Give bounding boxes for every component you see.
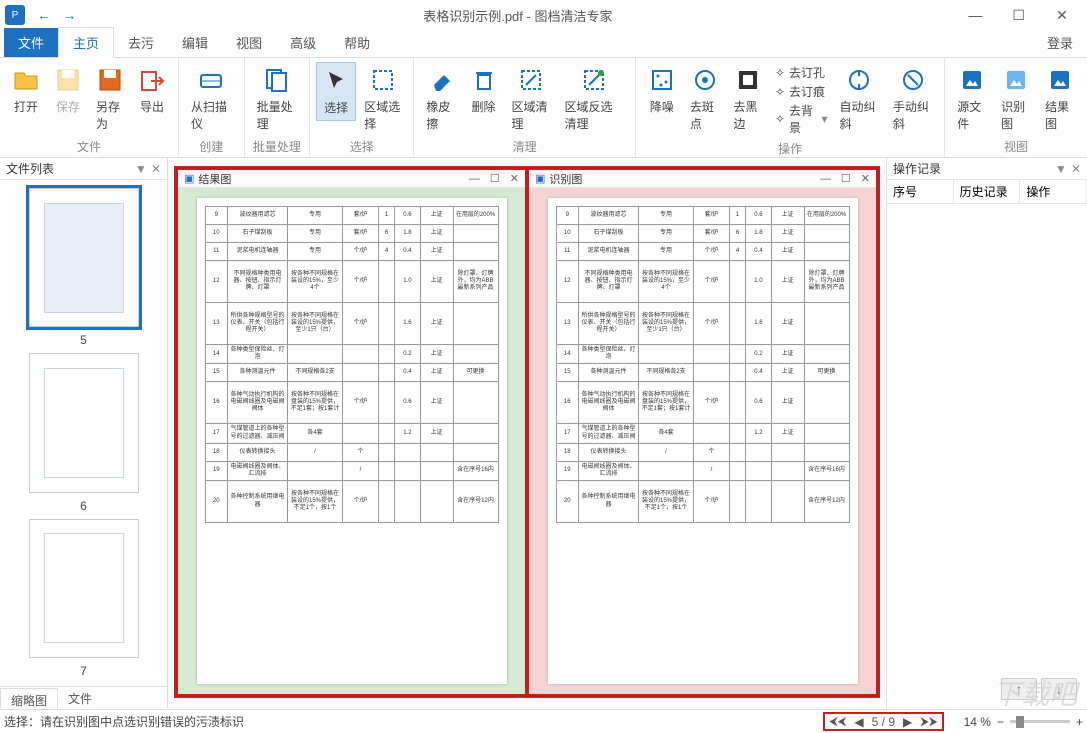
zoom-slider[interactable] [1010,720,1070,723]
titlebar: P ← → 表格识别示例.pdf - 图档清洁专家 — ☐ ✕ [0,0,1087,30]
pane-min-icon[interactable]: — [469,173,480,185]
view-source-button[interactable]: 源文件 [951,62,993,136]
nav-back-icon[interactable]: ← [37,7,51,23]
ops-panel: 操作记录 ▼ ✕ 序号 历史记录 操作 ↑ ↓ [887,158,1087,708]
tab-help[interactable]: 帮助 [330,28,384,57]
tab-thumbnails[interactable]: 缩略图 [0,688,58,709]
pane-max-icon[interactable]: ☐ [490,172,500,185]
file-list-panel: 文件列表▼✕ 5 6 7 缩略图 文件 [0,158,168,708]
area-inverse-clean-button[interactable]: 区域反选清理 [559,62,629,136]
area-clean-button[interactable]: 区域清理 [506,62,557,136]
thumbnail-7[interactable] [29,519,139,658]
zoom-in-icon[interactable]: + [1076,715,1083,729]
statusbar: 选择：请在识别图中点选识别错误的污渍标识 ⮜⮜ ◀ 5 / 9 ▶ ⮞⮞ 14 … [0,709,1087,733]
panel-close-icon[interactable]: ✕ [1071,162,1081,176]
pane-close-icon[interactable]: ✕ [861,172,870,185]
ops-col-op: 操作 [1020,180,1087,203]
minimize-icon[interactable]: — [955,7,995,23]
maximize-icon[interactable]: ☐ [999,7,1039,24]
wand-icon: ✧ [775,112,785,126]
save-button: 保存 [48,62,88,119]
window-title: 表格识别示例.pdf - 图档清洁专家 [80,6,955,25]
ops-title: 操作记录 [893,160,941,177]
ribbon: 打开 保存 另存为 导出 文件 从扫描仪 创建 批量处理 批量处理 选择 区域选… [0,58,1087,158]
status-hint: 选择：请在识别图中点选识别错误的污渍标识 [4,713,244,730]
ops-col-hist: 历史记录 [954,180,1021,203]
tab-home[interactable]: 主页 [58,27,114,58]
page-down-button[interactable]: ↓ [1041,678,1077,700]
export-button[interactable]: 导出 [132,62,172,119]
tab-clean[interactable]: 去污 [114,28,168,57]
zoom-out-icon[interactable]: − [997,715,1004,729]
eraser-button[interactable]: 橡皮擦 [420,62,461,136]
first-page-icon[interactable]: ⮜⮜ [829,714,846,729]
dropdown-icon[interactable]: ▼ [1055,162,1067,176]
pane-min-icon[interactable]: — [820,173,831,185]
decrease-button[interactable]: ✧去订痕 [775,83,828,100]
tab-advanced[interactable]: 高级 [276,28,330,57]
tab-files[interactable]: 文件 [58,687,102,708]
page-up-button[interactable]: ↑ [1001,678,1037,700]
panel-close-icon[interactable]: ✕ [151,162,161,176]
prev-page-icon[interactable]: ◀ [854,715,863,729]
batch-button[interactable]: 批量处理 [251,62,304,136]
dehole-button[interactable]: ✧去订孔 [775,64,828,81]
nav-forward-icon[interactable]: → [62,7,76,23]
tab-file[interactable]: 文件 [4,28,58,57]
filter-icon[interactable]: ▼ [135,162,147,176]
deblack-button[interactable]: 去黑边 [727,62,769,136]
zoom-level: 14 % [964,715,991,729]
thumbnail-5[interactable] [29,188,139,327]
select-button[interactable]: 选择 [316,62,356,121]
view-result-button[interactable]: 结果图 [1039,62,1081,136]
despot-button[interactable]: 去斑点 [684,62,726,136]
close-icon[interactable]: ✕ [1042,7,1082,24]
autoskew-button[interactable]: 自动纠斜 [834,62,885,136]
delete-button[interactable]: 删除 [464,62,504,119]
debg-button[interactable]: ✧去背景▾ [775,102,828,136]
page-indicator: 5 / 9 [872,715,895,729]
recog-pane-title: 识别图 [549,171,582,187]
manualskew-button[interactable]: 手动纠斜 [887,62,938,136]
tab-edit[interactable]: 编辑 [168,28,222,57]
view-recog-button[interactable]: 识别图 [995,62,1037,136]
last-page-icon[interactable]: ⮞⮞ [920,714,937,729]
result-doc-page[interactable]: 9波纹器用滤芯专用套/炉10.6上证在用层的200%10石子煤刮板专用套/炉61… [197,198,507,684]
tab-view[interactable]: 视图 [222,28,276,57]
saveas-button[interactable]: 另存为 [90,62,130,136]
wand-icon: ✧ [775,85,785,99]
wand-icon: ✧ [775,66,785,80]
recog-doc-page[interactable]: 9波纹器用滤芯专用套/炉10.6上证在用层的200%10石子煤刮板专用套/炉61… [548,198,858,684]
scan-button[interactable]: 从扫描仪 [185,62,238,136]
app-icon: P [5,5,25,25]
page-navigator: ⮜⮜ ◀ 5 / 9 ▶ ⮞⮞ [823,712,943,731]
open-button[interactable]: 打开 [6,62,46,119]
pane-close-icon[interactable]: ✕ [510,172,519,185]
next-page-icon[interactable]: ▶ [903,715,912,729]
menubar: 文件 主页 去污 编辑 视图 高级 帮助 登录 [0,30,1087,58]
doc-icon: ▣ [184,172,194,185]
result-pane-title: 结果图 [198,171,231,187]
ops-col-no: 序号 [887,180,954,203]
login-link[interactable]: 登录 [1033,28,1087,57]
file-list-title: 文件列表 [6,160,54,177]
denoise-button[interactable]: 降噪 [642,62,682,119]
thumbnail-6[interactable] [29,353,139,492]
pane-max-icon[interactable]: ☐ [841,172,851,185]
area-select-button[interactable]: 区域选择 [358,62,407,136]
group-file-label: 文件 [6,136,172,155]
compare-view: ▣ 结果图 — ☐ ✕ 9波纹器用滤芯专用套/炉10.6上证在用层的200%10石子煤刮… [168,158,887,708]
doc-icon: ▣ [535,172,545,185]
